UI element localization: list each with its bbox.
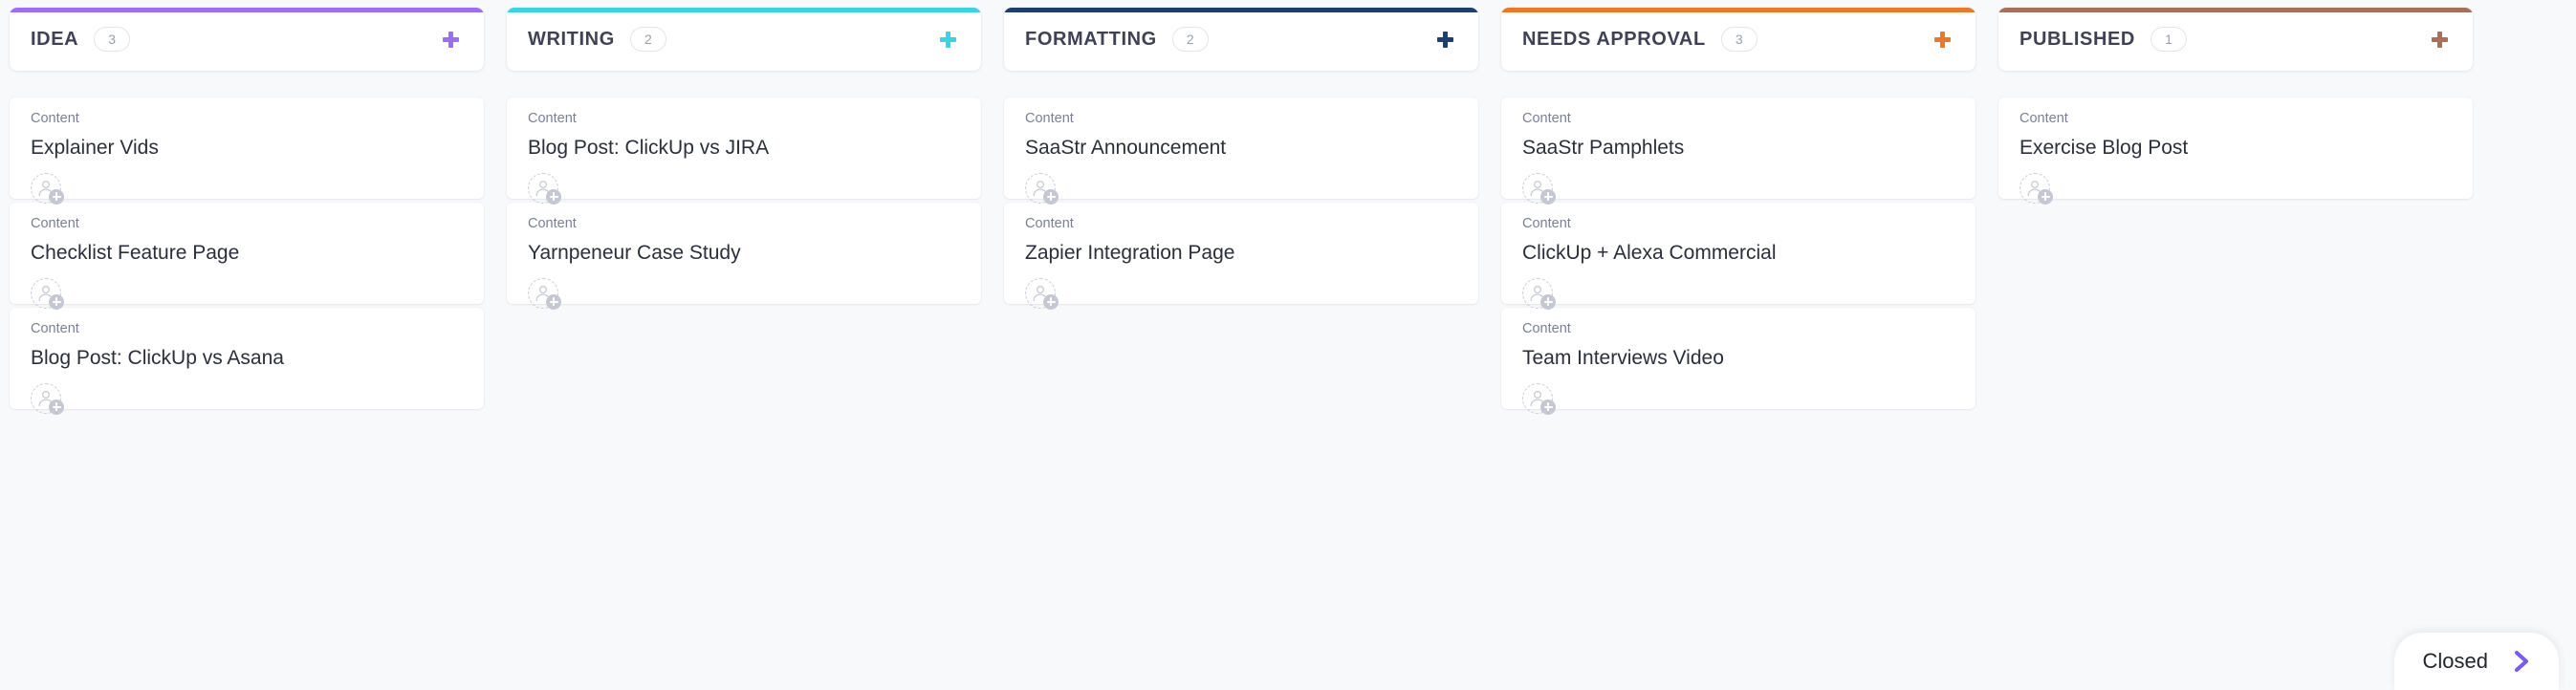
closed-drawer-toggle[interactable]: Closed — [2394, 633, 2559, 690]
column-header-idea: IDEA 3 — [10, 8, 484, 71]
plus-badge-icon — [546, 294, 561, 310]
plus-icon — [1934, 32, 1951, 48]
add-task-button[interactable] — [436, 25, 465, 54]
column-card-list-needs-approval: Content SaaStr Pamphlets Content ClickUp + … — [1501, 97, 1976, 409]
chevron-right-icon — [2509, 649, 2534, 674]
column-header-needs-approval: NEEDS APPROVAL 3 — [1501, 8, 1976, 71]
task-title: Blog Post: ClickUp vs JIRA — [528, 136, 962, 161]
column-accent-bar — [1004, 8, 1478, 12]
task-card[interactable]: Content ClickUp + Alexa Commercial — [1501, 203, 1976, 304]
board-column-idea: IDEA 3 Content Explainer Vids Content Checkli… — [10, 8, 484, 690]
add-assignee-icon[interactable] — [31, 278, 61, 309]
task-list-label: Content — [31, 216, 465, 232]
task-list-label: Content — [528, 216, 962, 232]
task-card[interactable]: Content Blog Post: ClickUp vs JIRA — [507, 97, 981, 199]
column-accent-bar — [1501, 8, 1976, 12]
task-list-label: Content — [31, 111, 465, 127]
plus-badge-icon — [1540, 189, 1556, 205]
task-list-label: Content — [1522, 321, 1956, 337]
task-card[interactable]: Content Team Interviews Video — [1501, 308, 1976, 409]
task-title: ClickUp + Alexa Commercial — [1522, 241, 1956, 266]
add-assignee-icon[interactable] — [1522, 278, 1553, 309]
plus-badge-icon — [2038, 189, 2053, 205]
task-title: Blog Post: ClickUp vs Asana — [31, 346, 465, 371]
plus-badge-icon — [49, 399, 64, 415]
column-title: WRITING — [528, 29, 615, 51]
task-title: Team Interviews Video — [1522, 346, 1956, 371]
add-task-button[interactable] — [2425, 25, 2454, 54]
column-accent-bar — [10, 8, 484, 12]
task-title: Checklist Feature Page — [31, 241, 465, 266]
column-title: FORMATTING — [1025, 29, 1157, 51]
board-column-published: PUBLISHED 1 Content Exercise Blog Post — [1998, 8, 2473, 690]
task-card[interactable]: Content Blog Post: ClickUp vs Asana — [10, 308, 484, 409]
add-assignee-icon[interactable] — [1522, 383, 1553, 414]
column-count-badge: 1 — [2150, 27, 2187, 52]
task-title: SaaStr Pamphlets — [1522, 136, 1956, 161]
plus-badge-icon — [49, 189, 64, 205]
board-column-needs-approval: NEEDS APPROVAL3ContentSaaStr PamphletsCo… — [1501, 8, 1976, 690]
kanban-board: IDEA 3 Content Explainer Vids Content Checkli… — [0, 0, 2576, 690]
column-accent-bar — [1998, 8, 2473, 12]
add-assignee-icon[interactable] — [528, 173, 558, 204]
column-count-badge: 3 — [94, 27, 130, 52]
task-card[interactable]: Content Exercise Blog Post — [1998, 97, 2473, 199]
plus-icon — [940, 32, 956, 48]
column-header-formatting: FORMATTING 2 — [1004, 8, 1478, 71]
column-card-list-idea: Content Explainer Vids Content Checklist Fe… — [10, 97, 484, 409]
board-column-writing: WRITING 2 Content Blog Post: ClickUp vs JIR… — [507, 8, 981, 690]
plus-badge-icon — [1540, 294, 1556, 310]
task-title: Explainer Vids — [31, 136, 465, 161]
task-list-label: Content — [31, 321, 465, 337]
task-list-label: Content — [1025, 216, 1459, 232]
task-card[interactable]: Content Yarnpeneur Case Study — [507, 203, 981, 304]
plus-icon — [443, 32, 459, 48]
task-card[interactable]: Content SaaStr Announcement — [1004, 97, 1478, 199]
plus-badge-icon — [1043, 294, 1059, 310]
column-count-badge: 2 — [1172, 27, 1209, 52]
closed-drawer-label: Closed — [2423, 649, 2488, 674]
board-column-formatting: FORMATTING2ContentSaaStr AnnouncementCon… — [1004, 8, 1478, 690]
column-accent-bar — [507, 8, 981, 12]
add-assignee-icon[interactable] — [1025, 173, 1056, 204]
task-list-label: Content — [1522, 111, 1956, 127]
add-task-button[interactable] — [933, 25, 962, 54]
column-title: IDEA — [31, 29, 78, 51]
column-header-published: PUBLISHED 1 — [1998, 8, 2473, 71]
task-card[interactable]: Content Zapier Integration Page — [1004, 203, 1478, 304]
plus-badge-icon — [546, 189, 561, 205]
task-card[interactable]: Content SaaStr Pamphlets — [1501, 97, 1976, 199]
column-card-list-published: Content Exercise Blog Post — [1998, 97, 2473, 199]
column-title: PUBLISHED — [2019, 29, 2135, 51]
task-card[interactable]: Content Checklist Feature Page — [10, 203, 484, 304]
plus-icon — [1437, 32, 1453, 48]
task-card[interactable]: Content Explainer Vids — [10, 97, 484, 199]
add-assignee-icon[interactable] — [528, 278, 558, 309]
add-task-button[interactable] — [1430, 25, 1459, 54]
add-assignee-icon[interactable] — [31, 173, 61, 204]
column-title: NEEDS APPROVAL — [1522, 29, 1706, 51]
column-count-badge: 3 — [1721, 27, 1757, 52]
column-header-writing: WRITING 2 — [507, 8, 981, 71]
column-count-badge: 2 — [630, 27, 666, 52]
add-assignee-icon[interactable] — [1025, 278, 1056, 309]
add-assignee-icon[interactable] — [2019, 173, 2050, 204]
task-title: SaaStr Announcement — [1025, 136, 1459, 161]
add-assignee-icon[interactable] — [31, 383, 61, 414]
task-title: Yarnpeneur Case Study — [528, 241, 962, 266]
add-assignee-icon[interactable] — [1522, 173, 1553, 204]
plus-badge-icon — [49, 294, 64, 310]
plus-badge-icon — [1043, 189, 1059, 205]
column-card-list-writing: ContentBlog Post: ClickUp vs JIRAContent… — [507, 97, 981, 304]
plus-icon — [2432, 32, 2448, 48]
add-task-button[interactable] — [1928, 25, 1956, 54]
plus-badge-icon — [1540, 399, 1556, 415]
column-card-list-formatting: Content SaaStr Announcement Content Zapier … — [1004, 97, 1478, 304]
task-list-label: Content — [528, 111, 962, 127]
task-title: Exercise Blog Post — [2019, 136, 2454, 161]
task-list-label: Content — [1025, 111, 1459, 127]
task-title: Zapier Integration Page — [1025, 241, 1459, 266]
task-list-label: Content — [1522, 216, 1956, 232]
task-list-label: Content — [2019, 111, 2454, 127]
